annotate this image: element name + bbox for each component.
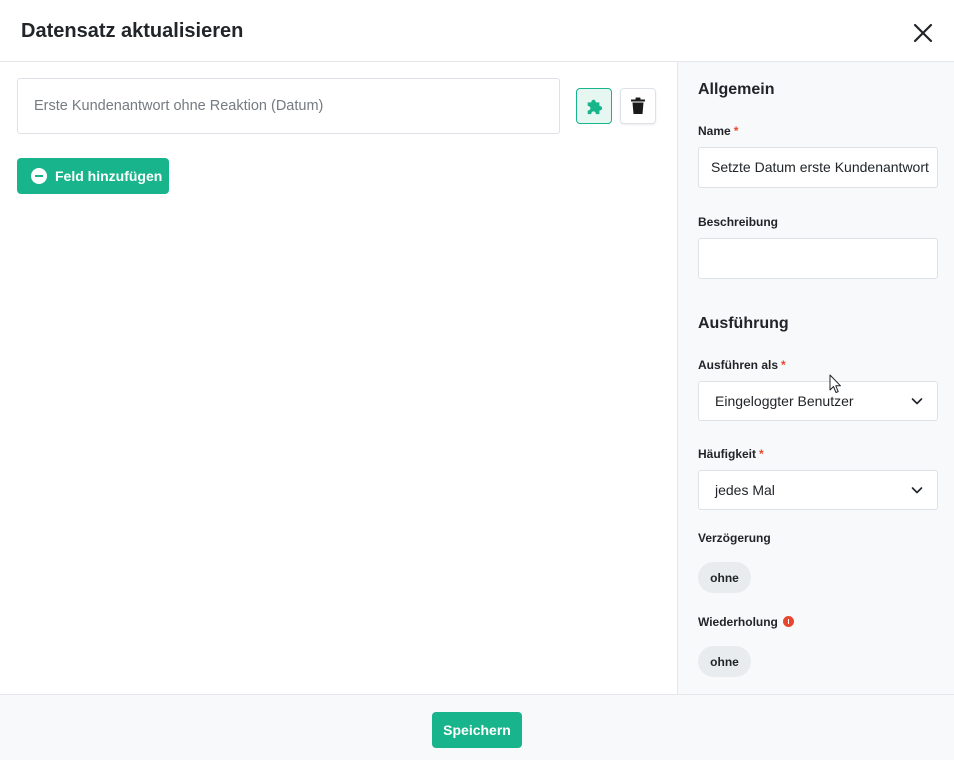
info-icon[interactable] xyxy=(782,616,794,627)
name-field[interactable]: Setzte Datum erste Kundenantwort xyxy=(698,147,938,188)
repeat-label: Wiederholung xyxy=(698,615,794,629)
repeat-label-text: Wiederholung xyxy=(698,615,778,629)
run-as-select[interactable]: Eingeloggter Benutzer xyxy=(698,381,938,421)
add-field-label: Feld hinzufügen xyxy=(55,168,163,184)
delay-pill[interactable]: ohne xyxy=(698,562,751,593)
name-label-text: Name xyxy=(698,124,731,138)
chevron-down-icon xyxy=(911,487,923,494)
required-marker: * xyxy=(759,447,764,461)
save-button[interactable]: Speichern xyxy=(432,712,522,748)
required-marker: * xyxy=(781,358,786,372)
frequency-value: jedes Mal xyxy=(715,482,775,498)
frequency-label: Häufigkeit * xyxy=(698,447,764,461)
repeat-pill[interactable]: ohne xyxy=(698,646,751,677)
dialog-title: Datensatz aktualisieren xyxy=(21,20,244,42)
close-icon xyxy=(913,23,933,43)
settings-sidebar: Allgemein Name * Setzte Datum erste Kunde… xyxy=(677,62,954,694)
close-button[interactable] xyxy=(909,19,937,47)
description-field[interactable] xyxy=(698,238,938,279)
dialog-header: Datensatz aktualisieren xyxy=(0,0,954,62)
chevron-down-icon xyxy=(911,398,923,405)
trash-icon xyxy=(631,97,645,114)
run-as-value: Eingeloggter Benutzer xyxy=(715,393,854,409)
delete-button[interactable] xyxy=(620,88,656,124)
puzzle-icon xyxy=(587,99,603,115)
plus-circle-icon xyxy=(31,168,47,184)
run-as-label-text: Ausführen als xyxy=(698,358,779,372)
dialog-footer: Speichern xyxy=(0,694,954,760)
description-label: Beschreibung xyxy=(698,215,779,229)
mouse-cursor-icon xyxy=(829,374,841,393)
field-select-input[interactable] xyxy=(17,78,560,134)
add-field-button[interactable]: Feld hinzufügen xyxy=(17,158,169,194)
name-label: Name * xyxy=(698,124,738,138)
required-marker: * xyxy=(733,124,739,138)
delay-label: Verzögerung xyxy=(698,531,771,545)
execution-section-title: Ausführung xyxy=(698,315,789,332)
frequency-label-text: Häufigkeit xyxy=(698,447,757,461)
general-section-title: Allgemein xyxy=(698,81,775,98)
frequency-select[interactable]: jedes Mal xyxy=(698,470,938,510)
run-as-label: Ausführen als * xyxy=(698,358,786,372)
fields-pane: Feld hinzufügen xyxy=(0,62,677,694)
plugin-button[interactable] xyxy=(576,88,612,124)
